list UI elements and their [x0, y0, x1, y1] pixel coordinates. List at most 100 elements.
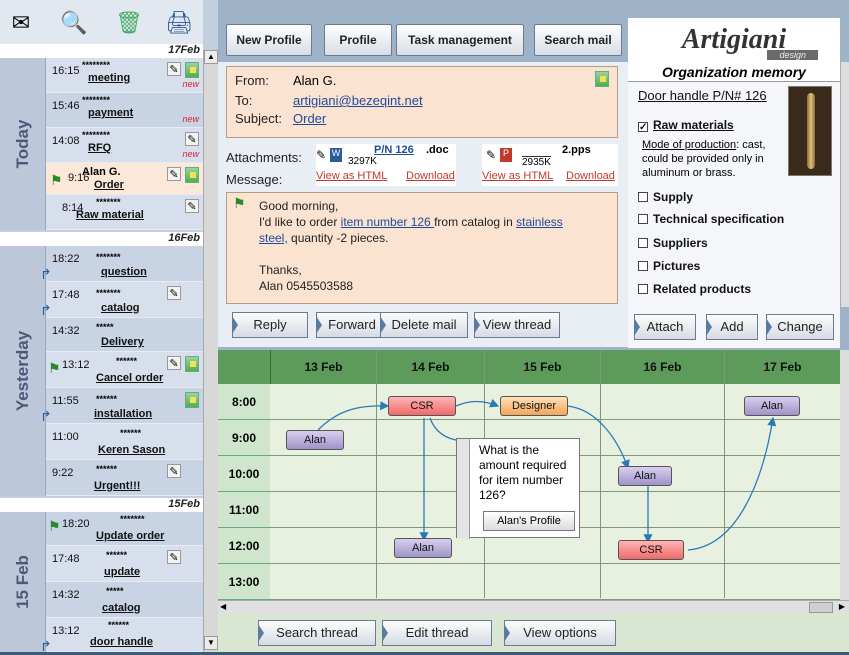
supply-checkbox[interactable]: Supply — [638, 190, 693, 204]
option-label: Related products — [653, 282, 752, 296]
search-icon[interactable]: 🔍 — [60, 10, 87, 36]
edit-thread-button[interactable]: Edit thread — [382, 620, 492, 646]
raw-materials-checkbox[interactable]: ✓ Raw materials — [638, 118, 734, 133]
mail-item[interactable]: 14:32 ***** Delivery — [46, 318, 203, 352]
calendar-actions: Search thread Edit thread View options — [218, 614, 849, 652]
checkbox-icon — [638, 284, 648, 294]
scroll-down-arrow[interactable]: ▼ — [204, 636, 218, 650]
view-as-html-link[interactable]: View as HTML — [316, 170, 387, 182]
flag-status-icon[interactable] — [185, 62, 199, 78]
flag-status-icon[interactable] — [185, 392, 199, 408]
mail-item[interactable]: 11:00 ****** Keren Sason — [46, 424, 203, 460]
tech-spec-checkbox[interactable]: Technical specification — [638, 212, 784, 226]
print-icon[interactable]: 🖨 — [165, 10, 193, 36]
mail-sender: ****** — [96, 394, 118, 404]
mail-item[interactable]: 16:15 ******** meeting ✎ new — [46, 58, 203, 93]
search-thread-button[interactable]: Search thread — [258, 620, 376, 646]
reply-button[interactable]: Reply — [232, 312, 308, 338]
attachment-pps[interactable]: ✎ P 2.pps 2935K View as HTML Download — [482, 144, 618, 186]
day-header-15feb: 15Feb — [0, 498, 203, 512]
item-link[interactable]: item number 126 — [341, 215, 434, 229]
mail-item[interactable]: ⚑ 18:20 ******* Update order — [46, 512, 203, 546]
calendar-hscroll[interactable]: ◀ ▶ — [218, 600, 849, 614]
view-as-html-link[interactable]: View as HTML — [482, 170, 553, 182]
mail-sender: ****** — [106, 550, 128, 560]
brand-sub: design — [767, 50, 818, 60]
calendar-vscroll[interactable] — [840, 350, 849, 600]
mail-list-sidebar: ✉ 🔍 🗑 🖨 17Feb Today 16:15 ******** meeti… — [0, 0, 218, 654]
flag-icon: ⚑ — [48, 360, 61, 376]
to-label: To: — [235, 93, 253, 108]
event-alan-13feb[interactable]: Alan — [286, 430, 344, 450]
mail-item[interactable]: ⚑ 13:12 ****** Cancel order ✎ — [46, 352, 203, 388]
attachment-name[interactable]: P/N 126 — [374, 144, 414, 156]
forward-button[interactable]: Forward — [316, 312, 388, 338]
mail-subject: Keren Sason — [98, 444, 166, 456]
mail-item[interactable]: 17:48 ****** update ✎ — [46, 546, 203, 582]
note-label: Mode of production — [642, 139, 737, 151]
material-link[interactable]: stainless — [516, 215, 563, 229]
tooltip-scrollbar[interactable] — [457, 439, 470, 539]
pictures-checkbox[interactable]: Pictures — [638, 259, 700, 273]
message-label: Message: — [226, 172, 283, 187]
mail-time: 17:48 — [52, 289, 80, 301]
mail-item[interactable]: 14:32 ***** catalog — [46, 582, 203, 618]
scroll-up-arrow[interactable]: ▲ — [204, 50, 218, 64]
mail-item[interactable]: 15:46 ******** payment new — [46, 93, 203, 128]
attachment-doc[interactable]: ✎ W P/N 126 .doc 3297K View as HTML Down… — [316, 144, 456, 186]
org-item-title[interactable]: Door handle P/N# 126 — [638, 88, 767, 103]
suppliers-checkbox[interactable]: Suppliers — [638, 236, 708, 250]
mail-sender: Alan G. — [82, 166, 121, 178]
download-link[interactable]: Download — [406, 170, 455, 182]
mail-subject: RFQ — [88, 142, 112, 154]
change-button[interactable]: Change — [766, 314, 834, 340]
to-value[interactable]: artigiani@bezeqint.net — [293, 93, 423, 108]
scroll-thumb[interactable] — [809, 602, 833, 613]
mail-subject: payment — [88, 107, 134, 119]
add-button[interactable]: Add — [706, 314, 758, 340]
flag-status-icon[interactable] — [595, 71, 609, 87]
mail-time: 15:46 — [52, 100, 80, 112]
sidebar-scrollbar[interactable]: ▲ ▼ — [203, 50, 218, 652]
mail-item[interactable]: 9:22 ****** Urgent!!! ✎ — [46, 460, 203, 496]
event-csr-16feb[interactable]: CSR — [618, 540, 684, 560]
mail-subject: Update order — [96, 530, 165, 542]
delete-mail-button[interactable]: Delete mail — [380, 312, 468, 338]
event-alan-14feb[interactable]: Alan — [394, 538, 452, 558]
attach-button[interactable]: Attach — [634, 314, 696, 340]
view-options-button[interactable]: View options — [504, 620, 616, 646]
mail-icon[interactable]: ✉ — [8, 10, 34, 36]
download-link[interactable]: Download — [566, 170, 615, 182]
view-thread-button[interactable]: View thread — [474, 312, 560, 338]
event-designer[interactable]: Designer — [500, 396, 568, 416]
option-label: Pictures — [653, 259, 701, 273]
trash-icon[interactable]: 🗑 — [115, 10, 143, 36]
mail-item[interactable]: 14:08 ******** RFQ ✎ new — [46, 128, 203, 163]
mail-item[interactable]: ↱ 18:22 ******* question — [40, 246, 203, 282]
material-link[interactable]: steel, — [259, 231, 288, 245]
mail-item[interactable]: 8:14 ******* Raw material ✎ — [46, 195, 203, 230]
event-csr[interactable]: CSR — [388, 396, 456, 416]
mail-subject: Urgent!!! — [94, 480, 141, 492]
org-scrollbar[interactable] — [840, 62, 849, 307]
mail-item-selected[interactable]: ⚑ 9:16 Alan G. Order ✎ — [46, 163, 203, 195]
profile-button[interactable]: Profile — [324, 24, 392, 56]
subject-value[interactable]: Order — [293, 111, 326, 126]
scroll-right-arrow[interactable]: ▶ — [839, 602, 845, 611]
flag-status-icon[interactable] — [185, 356, 199, 372]
scroll-left-arrow[interactable]: ◀ — [220, 602, 226, 611]
event-alan-17feb[interactable]: Alan — [744, 396, 800, 416]
flag-status-icon[interactable] — [185, 167, 199, 183]
mail-item[interactable]: ↱ 11:55 ****** installation — [40, 388, 203, 424]
mail-item[interactable]: ↱ 13:12 ****** door handle — [40, 618, 203, 654]
mail-subject: update — [104, 566, 141, 578]
event-alan-16feb[interactable]: Alan — [618, 466, 672, 486]
day-band-today: Today — [0, 58, 46, 230]
search-mail-button[interactable]: Search mail — [534, 24, 622, 56]
new-profile-button[interactable]: New Profile — [226, 24, 312, 56]
task-management-button[interactable]: Task management — [396, 24, 524, 56]
alans-profile-button[interactable]: Alan's Profile — [483, 511, 575, 531]
day-header-16feb: 16Feb — [0, 232, 203, 246]
related-products-checkbox[interactable]: Related products — [638, 282, 751, 296]
mail-item[interactable]: ↱ 17:48 ******* catalog ✎ — [40, 282, 203, 318]
